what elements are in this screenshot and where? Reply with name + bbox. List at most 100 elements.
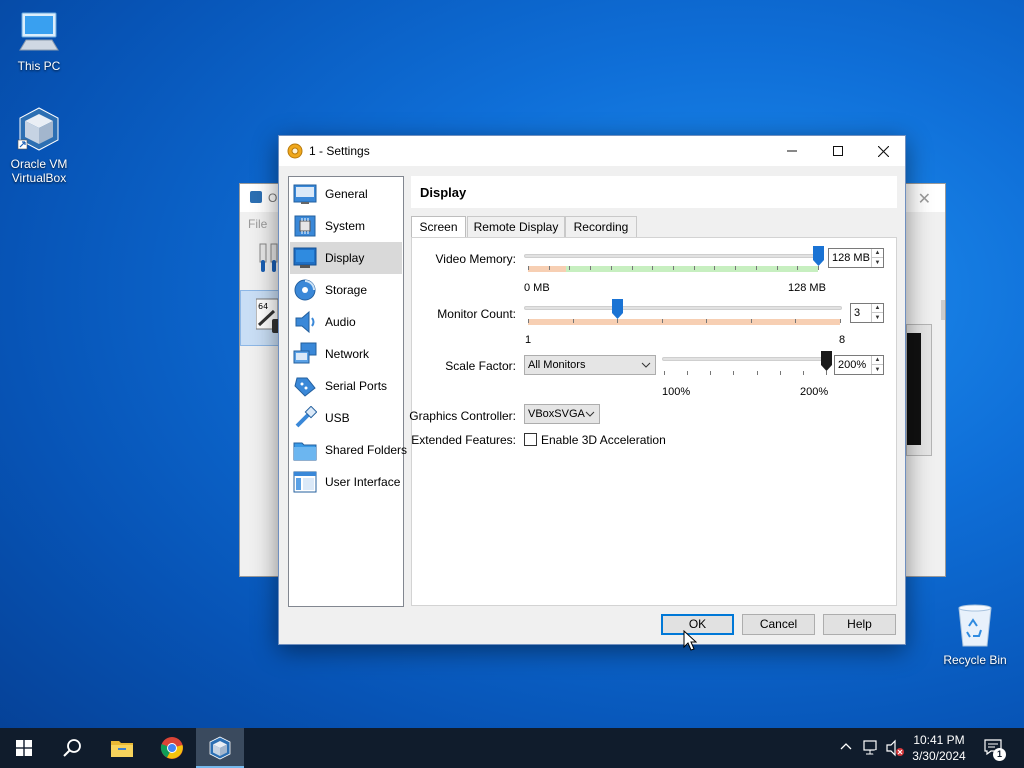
cancel-button[interactable]: Cancel [742, 614, 815, 635]
nav-item-system[interactable]: System [290, 210, 402, 242]
slider-tick [706, 319, 708, 323]
monitor-count-track[interactable] [524, 306, 842, 310]
scrollbar[interactable] [941, 300, 945, 320]
enable-3d-acceleration-label[interactable]: Enable 3D Acceleration [541, 433, 666, 447]
general-icon [293, 184, 317, 204]
enable-3d-acceleration-checkbox[interactable] [524, 433, 537, 446]
minimize-button[interactable] [769, 136, 815, 166]
tab-screen[interactable]: Screen [411, 216, 466, 239]
tab-remote-display[interactable]: Remote Display [467, 216, 565, 238]
scale-factor-track[interactable] [662, 357, 830, 361]
monitor-count-max: 8 [839, 334, 846, 346]
vm-list-item-selected[interactable]: 64 [240, 290, 286, 346]
video-memory-band-low [528, 266, 566, 272]
monitor-count-spinbox[interactable]: 3 ▲ ▼ [850, 303, 884, 323]
nav-item-display[interactable]: Display [290, 242, 402, 274]
nav-item-audio[interactable]: Audio [290, 306, 402, 338]
slider-tick [714, 266, 716, 270]
nav-item-usb[interactable]: USB [290, 402, 402, 434]
spin-up-icon[interactable]: ▲ [872, 304, 883, 313]
usb-icon [295, 406, 317, 428]
taskbar: 10:41 PM 3/30/2024 1 [0, 728, 1024, 768]
monitor-count-slider-thumb[interactable] [611, 299, 623, 319]
chevron-down-icon [585, 411, 595, 417]
volume-muted-icon[interactable] [885, 739, 905, 757]
video-memory-slider-thumb[interactable] [812, 246, 824, 266]
nav-item-network[interactable]: Network [290, 338, 402, 370]
maximize-button[interactable] [815, 136, 861, 166]
nav-item-user-interface[interactable]: User Interface [290, 466, 402, 498]
chrome-icon [160, 737, 183, 759]
spin-down-icon[interactable]: ▼ [872, 313, 883, 322]
slider-tick [733, 371, 735, 375]
scale-factor-monitor-select[interactable]: All Monitors [524, 355, 656, 375]
nav-label: Shared Folders [325, 443, 408, 457]
vm-preview-pane [906, 324, 932, 456]
nav-label: User Interface [325, 475, 401, 489]
nav-label: Display [325, 251, 365, 265]
taskbar-chrome[interactable] [148, 728, 196, 768]
slider-tick [756, 371, 758, 375]
dialog-titlebar[interactable]: 1 - Settings [279, 136, 905, 166]
desktop-icon-this-pc[interactable]: This PC [1, 10, 77, 73]
video-memory-track[interactable] [524, 254, 822, 258]
spin-down-icon[interactable]: ▼ [872, 258, 883, 267]
action-center-button[interactable]: 1 [978, 728, 1024, 768]
nav-item-storage[interactable]: Storage [290, 274, 402, 306]
ok-button[interactable]: OK [661, 614, 734, 635]
slider-tick [776, 266, 778, 270]
network-status-icon[interactable] [862, 739, 880, 757]
chevron-down-icon [641, 362, 651, 368]
monitor-count-label: Monitor Count: [437, 307, 516, 321]
nav-item-serial-ports[interactable]: Serial Ports [290, 370, 402, 402]
search-button[interactable] [48, 728, 96, 768]
graphics-controller-value: VBoxSVGA [528, 408, 585, 420]
maximize-icon [833, 146, 843, 156]
help-button[interactable]: Help [823, 614, 896, 635]
close-button[interactable] [860, 136, 906, 166]
clock-time: 10:41 PM [913, 733, 965, 747]
spin-up-icon[interactable]: ▲ [872, 356, 883, 365]
slider-tick [735, 266, 737, 270]
taskbar-virtualbox[interactable] [196, 728, 244, 768]
scale-factor-label: Scale Factor: [445, 359, 516, 373]
display-icon [293, 247, 317, 268]
system-clock[interactable]: 10:41 PM 3/30/2024 [906, 732, 972, 764]
system-icon [294, 215, 316, 237]
virtualbox-icon [17, 107, 59, 151]
slider-tick [750, 319, 752, 323]
video-memory-value: 128 MB [832, 252, 870, 264]
settings-dialog[interactable]: 1 - Settings General System Display Stor… [278, 135, 906, 645]
desktop-icon-label: This PC [17, 59, 61, 73]
slider-tick [528, 319, 529, 323]
graphics-controller-select[interactable]: VBoxSVGA [524, 404, 600, 424]
start-button[interactable] [0, 728, 48, 768]
tools-icon[interactable] [258, 242, 280, 274]
spin-down-icon[interactable]: ▼ [872, 365, 883, 374]
desktop-icon-label: Oracle VM VirtualBox [10, 157, 68, 185]
section-title: Display [420, 185, 467, 200]
this-pc-icon [19, 12, 59, 51]
nav-item-general[interactable]: General [290, 178, 402, 210]
desktop-icon-virtualbox[interactable]: Oracle VM VirtualBox [1, 106, 77, 185]
desktop-icon-recycle-bin[interactable]: Recycle Bin [937, 602, 1013, 667]
nav-item-shared-folders[interactable]: Shared Folders [290, 434, 407, 466]
screen-panel: Video Memory: 0 MB 128 MB 128 MB ▲ ▼ Moni… [409, 237, 897, 606]
slider-tick [687, 371, 689, 375]
scale-factor-spinbox[interactable]: 200% ▲ ▼ [834, 355, 884, 375]
slider-tick [779, 371, 781, 375]
taskbar-file-explorer[interactable] [98, 728, 146, 768]
slider-tick [572, 319, 574, 323]
nav-label: System [325, 219, 366, 233]
notification-badge: 1 [993, 748, 1006, 761]
dialog-title: 1 - Settings [309, 144, 370, 158]
video-memory-max: 128 MB [788, 282, 826, 294]
spin-up-icon[interactable]: ▲ [872, 249, 883, 258]
video-memory-spinbox[interactable]: 128 MB ▲ ▼ [828, 248, 884, 268]
close-icon[interactable]: ✕ [918, 189, 931, 209]
chevron-up-icon[interactable] [840, 741, 852, 753]
scale-factor-slider-thumb[interactable] [820, 351, 832, 371]
monitor-count-value: 3 [854, 307, 861, 319]
tab-recording[interactable]: Recording [565, 216, 637, 238]
menu-file[interactable]: File [248, 217, 267, 231]
